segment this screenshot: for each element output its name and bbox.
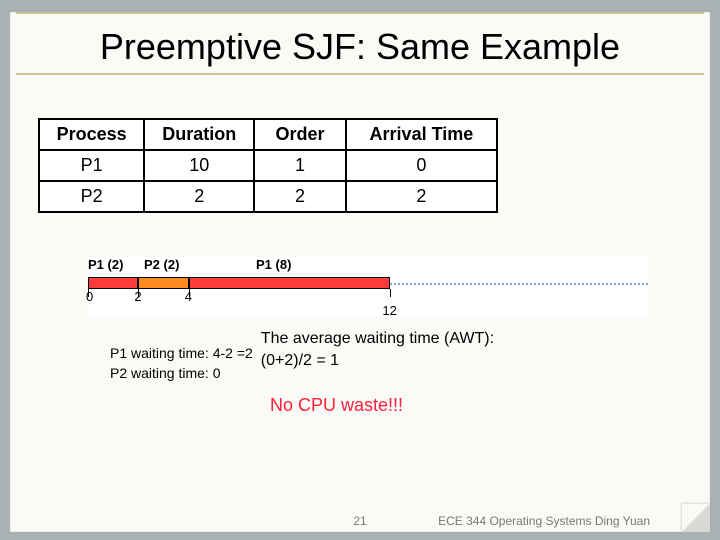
col-process: Process <box>39 119 144 150</box>
top-rule <box>16 12 704 14</box>
cell-arrival: 2 <box>346 181 497 212</box>
gantt-label-seg3: P1 (8) <box>256 257 291 272</box>
gantt-labels: P1 (2) P2 (2) P1 (8) <box>88 257 648 277</box>
waiting-times: P1 waiting time: 4-2 =2 P2 waiting time:… <box>110 328 253 383</box>
tick-label-0: 0 <box>86 289 93 304</box>
slide-frame: Preemptive SJF: Same Example Process Dur… <box>0 0 720 540</box>
cell-process: P1 <box>39 150 144 181</box>
cell-process: P2 <box>39 181 144 212</box>
cell-order: 2 <box>254 181 346 212</box>
col-duration: Duration <box>144 119 254 150</box>
cell-duration: 10 <box>144 150 254 181</box>
p1-wait: P1 waiting time: 4-2 =2 <box>110 344 253 364</box>
table-row: P2 2 2 2 <box>39 181 497 212</box>
gantt-figure: P1 (2) P2 (2) P1 (8) 0 2 4 12 <box>88 257 648 315</box>
tick-label-4: 4 <box>185 289 192 304</box>
table-row: P1 10 1 0 <box>39 150 497 181</box>
col-arrival: Arrival Time <box>346 119 497 150</box>
title-underline <box>16 73 704 75</box>
notes-block: P1 waiting time: 4-2 =2 P2 waiting time:… <box>110 328 630 416</box>
cell-order: 1 <box>254 150 346 181</box>
cell-duration: 2 <box>144 181 254 212</box>
cell-arrival: 0 <box>346 150 497 181</box>
p2-wait: P2 waiting time: 0 <box>110 364 253 384</box>
gantt-ticks: 0 2 4 12 <box>88 289 648 315</box>
awt-block: The average waiting time (AWT): (0+2)/2 … <box>261 328 494 383</box>
awt-line1: The average waiting time (AWT): <box>261 328 494 350</box>
tick-mark <box>390 289 391 297</box>
slide-paper: Preemptive SJF: Same Example Process Dur… <box>10 12 710 532</box>
slide-title: Preemptive SJF: Same Example <box>10 20 710 71</box>
col-order: Order <box>254 119 346 150</box>
gantt-seg-p1b <box>189 277 391 289</box>
gantt-label-seg2: P2 (2) <box>144 257 179 272</box>
gantt-seg-p2 <box>138 277 188 289</box>
no-cpu-waste: No CPU waste!!! <box>270 395 630 416</box>
page-curl-icon <box>682 504 710 532</box>
awt-line2: (0+2)/2 = 1 <box>261 350 494 372</box>
course-label: ECE 344 Operating Systems Ding Yuan <box>438 514 650 528</box>
process-table: Process Duration Order Arrival Time P1 1… <box>38 118 498 213</box>
gantt-label-seg1: P1 (2) <box>88 257 123 272</box>
tick-label-2: 2 <box>134 289 141 304</box>
table-header-row: Process Duration Order Arrival Time <box>39 119 497 150</box>
tick-label-12: 12 <box>382 303 396 318</box>
gantt-bar <box>88 277 648 289</box>
gantt-remainder-dash <box>390 283 648 285</box>
gantt-seg-p1a <box>88 277 138 289</box>
